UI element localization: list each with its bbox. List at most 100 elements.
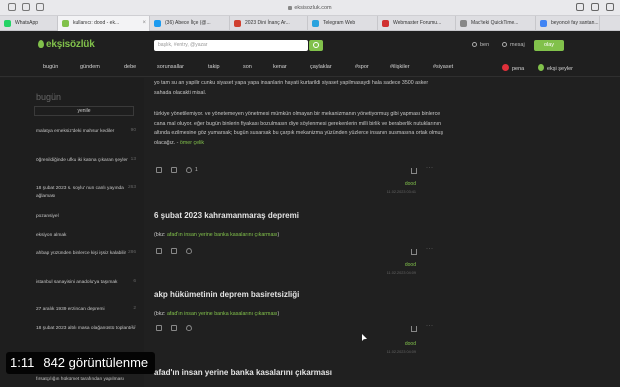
nav-item-son[interactable]: son xyxy=(243,64,252,70)
more-icon[interactable]: ··· xyxy=(426,165,434,171)
topic-heading[interactable]: afad'ın insan yerine banka kasalarını çı… xyxy=(154,368,332,377)
downvote-icon[interactable] xyxy=(171,248,177,254)
browser-tab[interactable]: Webmaster Forumu... xyxy=(378,16,456,31)
upvote-icon[interactable] xyxy=(156,167,162,173)
sidebar-topic[interactable]: istanbul sanayisini anadolu'ya taşımak xyxy=(36,279,136,287)
author-link[interactable]: ömer çelik xyxy=(180,140,204,146)
favorite-icon[interactable] xyxy=(186,248,192,254)
nav-item-bugun[interactable]: bugün xyxy=(43,64,58,70)
browser-tab[interactable]: Telegram Web xyxy=(308,16,378,31)
site-logo[interactable]: ekşisözlük xyxy=(38,39,95,50)
sidebar-topic[interactable]: öğrenildiğinde ufku iki katına çıkaran ş… xyxy=(36,157,136,165)
nav-item-iliskiler[interactable]: #ilişkiler xyxy=(390,64,410,70)
tab-favicon-icon xyxy=(4,20,11,27)
nav-item-eksi-seyler[interactable]: ekşi şeyler xyxy=(538,64,573,72)
tab-overview-icon[interactable] xyxy=(606,3,614,11)
close-tab-icon[interactable]: × xyxy=(142,16,146,31)
downvote-icon[interactable] xyxy=(171,167,177,173)
topic-count: 13 xyxy=(130,157,136,162)
pena-icon xyxy=(502,64,509,71)
back-icon[interactable] xyxy=(22,3,30,11)
more-icon[interactable]: ··· xyxy=(426,323,434,329)
upvote-icon[interactable] xyxy=(156,325,162,331)
downvote-icon[interactable] xyxy=(171,325,177,331)
eksi-seyler-label: ekşi şeyler xyxy=(547,66,573,72)
browser-tab[interactable]: (36) Abece İlçe (@... xyxy=(150,16,230,31)
bkz-link[interactable]: afad'ın insan yerine banka kasalarını çı… xyxy=(167,311,278,317)
entry-actions: 1 xyxy=(156,167,198,173)
eksi-seyler-icon xyxy=(538,64,544,71)
tab-label: 2023 Dini İnanç Ar... xyxy=(245,20,290,26)
sidebar-toggle-icon[interactable] xyxy=(8,3,16,11)
topic-count: 263 xyxy=(127,185,136,190)
messages-link[interactable]: mesaj xyxy=(502,42,525,48)
entry-date[interactable]: 11.02.2023 04:09 xyxy=(340,271,416,275)
nav-item-kenar[interactable]: kenar xyxy=(273,64,287,70)
topic-heading[interactable]: akp hükümetinin deprem basiretsizliği xyxy=(154,290,299,299)
tab-bar: WhatsApp kullanıcı: dood - ek... × (36) Abe… xyxy=(0,16,620,31)
search-button[interactable] xyxy=(309,40,323,51)
favorite-icon[interactable] xyxy=(186,167,192,173)
entry-date[interactable]: 11.02.2023 04:09 xyxy=(340,350,416,354)
topic-count: 2 xyxy=(133,306,136,311)
browser-tab[interactable]: Mac'teki QuickTime... xyxy=(456,16,536,31)
tab-favicon-icon xyxy=(154,20,161,27)
bkz-suffix: ) xyxy=(277,311,280,317)
tab-label: beyoncé fay santan... xyxy=(551,20,599,26)
search-input[interactable]: başlık, #entry, @yazar xyxy=(154,40,308,51)
tab-favicon-icon xyxy=(62,20,69,27)
olay-button[interactable]: olay xyxy=(534,40,564,51)
user-menu[interactable]: ben xyxy=(472,42,489,48)
entry-author[interactable]: dood xyxy=(350,341,416,347)
bkz-link[interactable]: afad'ın insan yerine banka kasalarını çı… xyxy=(167,232,278,238)
sidebar-topic[interactable]: pozansiyel xyxy=(36,213,136,221)
more-icon[interactable]: ··· xyxy=(426,246,434,252)
tab-favicon-icon xyxy=(382,20,389,27)
browser-tab[interactable]: kullanıcı: dood - ek... × xyxy=(58,16,150,31)
sidebar-topic[interactable]: 27 aralık 1939 erzincan depremi xyxy=(36,306,136,314)
upvote-icon[interactable] xyxy=(156,248,162,254)
sidebar-topic[interactable]: malatya emeksiz'deki mahsur kediler xyxy=(36,128,136,136)
nav-item-spor[interactable]: #spor xyxy=(355,64,369,70)
forward-icon[interactable] xyxy=(36,3,44,11)
browser-tab[interactable]: 2023 Dini İnanç Ar... xyxy=(230,16,308,31)
new-tab-icon[interactable] xyxy=(591,3,599,11)
share-icon[interactable] xyxy=(576,3,584,11)
nav-item-pena[interactable]: pena xyxy=(502,64,524,72)
refresh-button[interactable]: yenile xyxy=(34,106,134,116)
entry-author[interactable]: dood xyxy=(350,181,416,187)
bkz-prefix: (bkz: xyxy=(154,232,166,238)
topic-heading[interactable]: 6 şubat 2023 kahramanmaraş depremi xyxy=(154,211,299,220)
sidebar-topic[interactable]: eksiyon almak xyxy=(36,232,136,240)
sidebar-title: bugün xyxy=(36,92,62,102)
nav-item-sorunsallar[interactable]: sorunsallar xyxy=(157,64,184,70)
logo-text: ekşisözlük xyxy=(46,39,95,50)
tab-label: (36) Abece İlçe (@... xyxy=(165,20,211,26)
address-bar[interactable]: eksisozluk.com xyxy=(250,3,370,13)
share-icon[interactable] xyxy=(411,326,417,332)
nav-item-takip[interactable]: takip xyxy=(208,64,220,70)
browser-tab[interactable]: WhatsApp xyxy=(0,16,58,31)
envelope-icon xyxy=(502,42,507,47)
url-text: eksisozluk.com xyxy=(294,5,332,11)
entry-author[interactable]: dood xyxy=(350,262,416,268)
nav-item-debe[interactable]: debe xyxy=(124,64,136,70)
nav-item-gundem[interactable]: gündem xyxy=(80,64,100,70)
tab-favicon-icon xyxy=(312,20,319,27)
browser-tab[interactable]: beyoncé fay santan... xyxy=(536,16,600,31)
sidebar-topic[interactable]: fırsatçılığın hükümet tarafından yapılma… xyxy=(36,377,124,382)
tab-label: Webmaster Forumu... xyxy=(393,20,442,26)
favorite-icon[interactable] xyxy=(186,325,192,331)
sidebar-topic[interactable]: 18 şubat 2023 altılı masa olağanüstü top… xyxy=(36,325,136,333)
share-icon[interactable] xyxy=(411,168,417,174)
entry-date[interactable]: 11.02.2023 03:41 xyxy=(340,190,416,194)
entry-text: türkiye yönetilemiyor. ve yönetemeyen yö… xyxy=(154,111,444,146)
share-icon[interactable] xyxy=(411,249,417,255)
video-views: 842 görüntülenme xyxy=(43,355,149,370)
sidebar-topic[interactable]: 18 şubat 2023 s. soylu' nun canlı yayınd… xyxy=(36,185,136,201)
lock-icon xyxy=(288,5,293,10)
sidebar-topic[interactable]: ahbap yüzünden binlerce kişi işsiz kalab… xyxy=(36,250,136,258)
pena-label: pena xyxy=(512,66,525,72)
nav-item-caylaklar[interactable]: çaylaklar xyxy=(310,64,332,70)
nav-item-siyaset[interactable]: #siyaset xyxy=(433,64,453,70)
